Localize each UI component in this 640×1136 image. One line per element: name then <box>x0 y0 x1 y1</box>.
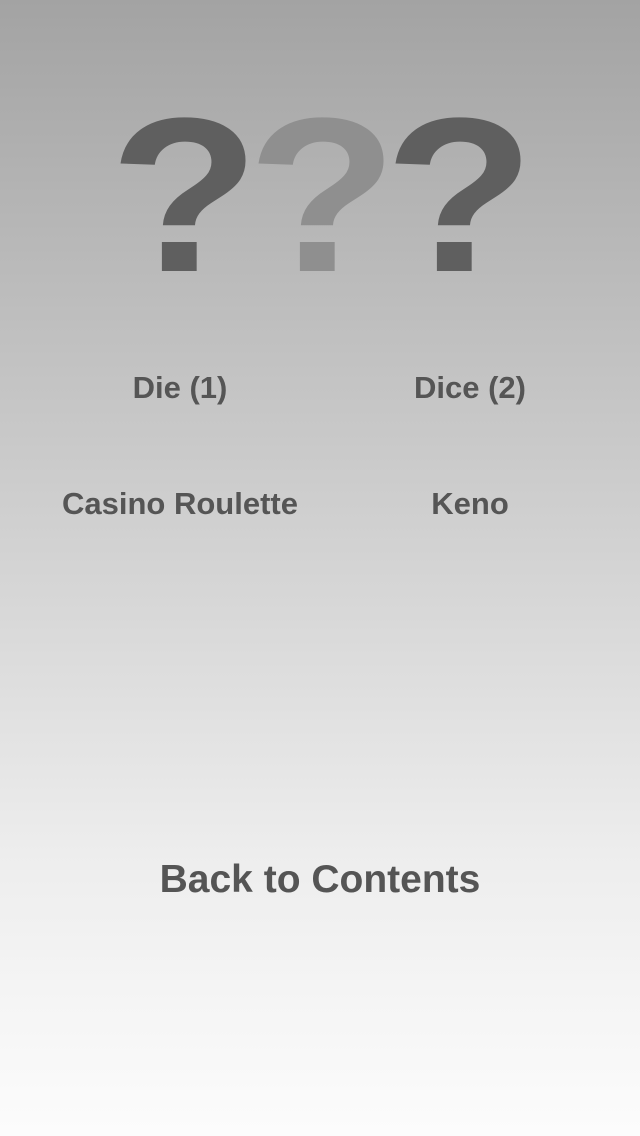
question-mark-icon: ? <box>384 72 535 318</box>
keno-button[interactable]: Keno <box>370 486 570 522</box>
question-mark-icon: ? <box>247 72 398 318</box>
dice-button[interactable]: Dice (2) <box>370 370 570 406</box>
question-mark-icon: ? <box>109 72 260 318</box>
question-marks-logo: ? ? ? <box>0 72 640 318</box>
die-button[interactable]: Die (1) <box>80 370 280 406</box>
back-to-contents-button[interactable]: Back to Contents <box>120 858 520 902</box>
casino-roulette-button[interactable]: Casino Roulette <box>30 486 330 522</box>
